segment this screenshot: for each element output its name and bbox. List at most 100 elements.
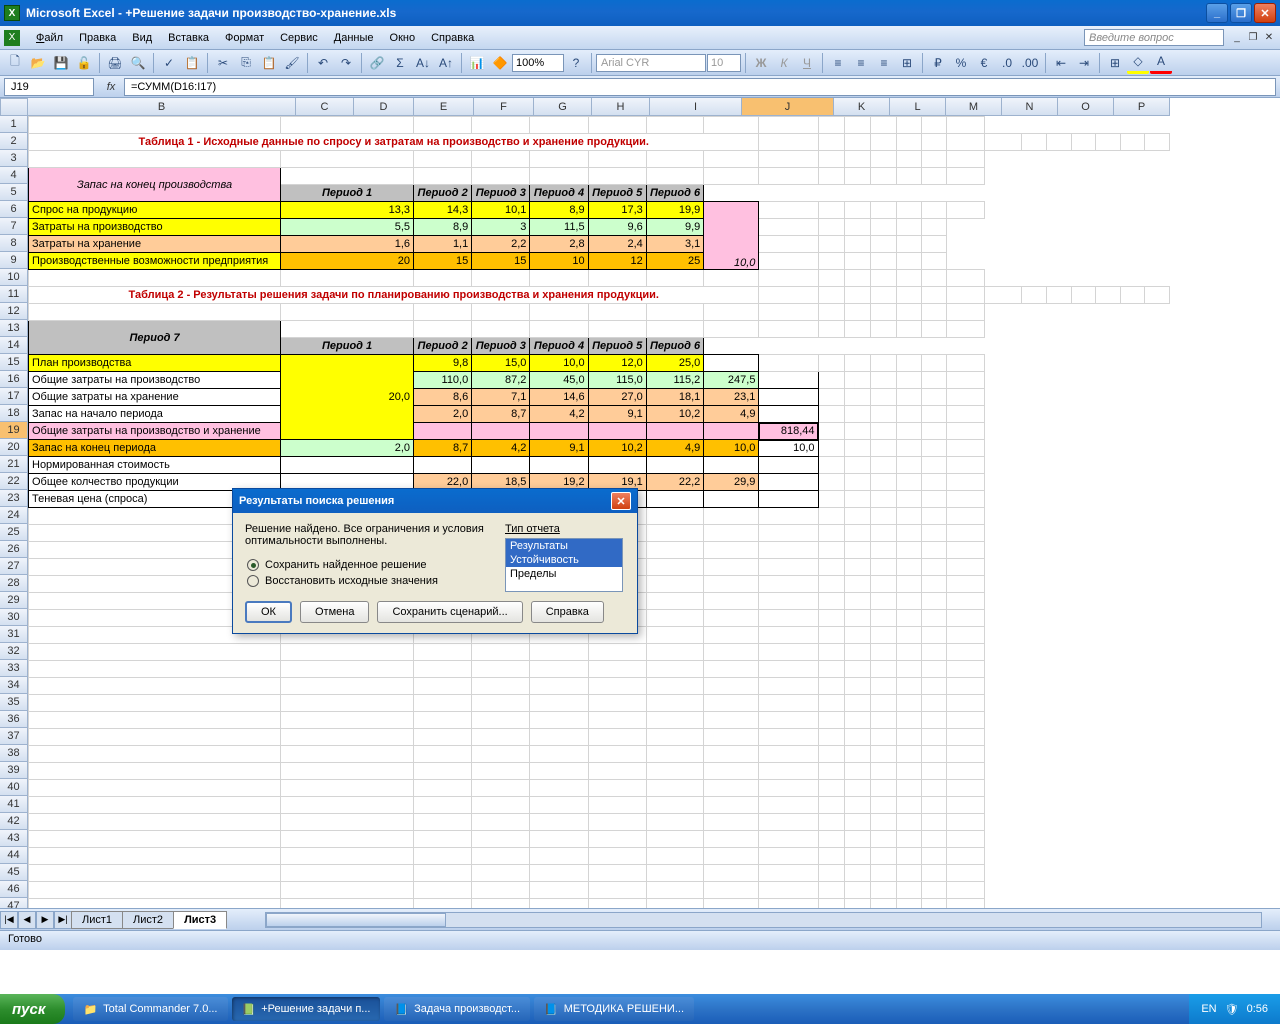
save-icon[interactable]: 💾 <box>50 52 72 74</box>
menu-file[interactable]: Файл <box>28 29 71 47</box>
row-headers[interactable]: 1234567891011121314151617181920212223242… <box>0 116 28 908</box>
dialog-close-button[interactable]: ✕ <box>611 492 631 510</box>
tab-nav-next[interactable]: ▶ <box>36 911 54 929</box>
select-all-corner[interactable] <box>0 98 28 116</box>
menu-insert[interactable]: Вставка <box>160 29 217 47</box>
save-scenario-button[interactable]: Сохранить сценарий... <box>377 601 522 623</box>
paste-icon[interactable]: 📋 <box>258 52 280 74</box>
percent-icon[interactable]: % <box>950 52 972 74</box>
sheet-tab-3[interactable]: Лист3 <box>173 911 227 929</box>
print-icon[interactable]: 🖨 <box>104 52 126 74</box>
borders-icon[interactable]: ⊞ <box>1104 52 1126 74</box>
doc-restore-button[interactable]: ❐ <box>1246 31 1260 45</box>
list-item[interactable]: Результаты <box>506 539 622 553</box>
taskbar-item[interactable]: 📁Total Commander 7.0... <box>73 997 227 1021</box>
zoom-select[interactable]: 100% <box>512 54 564 72</box>
sheet-tab-1[interactable]: Лист1 <box>71 911 123 929</box>
taskbar-item[interactable]: 📘МЕТОДИКА РЕШЕНИ... <box>534 997 694 1021</box>
dialog-message: Решение найдено. Все ограничения и услов… <box>245 523 505 547</box>
tab-nav-first[interactable]: |◀ <box>0 911 18 929</box>
indent-dec-icon[interactable]: ⇤ <box>1050 52 1072 74</box>
sort-asc-icon[interactable]: A↓ <box>412 52 434 74</box>
language-indicator[interactable]: EN <box>1201 1003 1216 1015</box>
undo-icon[interactable]: ↶ <box>312 52 334 74</box>
spell-icon[interactable]: ✓ <box>158 52 180 74</box>
formula-input[interactable]: =СУММ(D16:I17) <box>124 78 1276 96</box>
solver-results-dialog: Результаты поиска решения ✕ Решение найд… <box>232 488 638 634</box>
font-select[interactable]: Arial CYR <box>596 54 706 72</box>
redo-icon[interactable]: ↷ <box>335 52 357 74</box>
report-listbox[interactable]: Результаты Устойчивость Пределы <box>505 538 623 592</box>
font-color-icon[interactable]: A <box>1150 52 1172 74</box>
drawing-icon[interactable]: 🔶 <box>489 52 511 74</box>
merge-icon[interactable]: ⊞ <box>896 52 918 74</box>
new-icon[interactable]: 🗋 <box>4 52 26 74</box>
window-title: Microsoft Excel - +Решение задачи произв… <box>26 6 396 20</box>
dialog-title-bar[interactable]: Результаты поиска решения ✕ <box>233 489 637 513</box>
font-size-select[interactable]: 10 <box>707 54 741 72</box>
question-box[interactable] <box>1084 29 1224 46</box>
menu-help[interactable]: Справка <box>423 29 482 47</box>
close-button[interactable]: ✕ <box>1254 3 1276 23</box>
doc-minimize-button[interactable]: _ <box>1230 31 1244 45</box>
research-icon[interactable]: 📋 <box>181 52 203 74</box>
menu-window[interactable]: Окно <box>382 29 424 47</box>
dec-inc-icon[interactable]: .0 <box>996 52 1018 74</box>
list-item[interactable]: Устойчивость <box>506 553 622 567</box>
copy-icon[interactable]: ⎘ <box>235 52 257 74</box>
menu-edit[interactable]: Правка <box>71 29 124 47</box>
open-icon[interactable]: 📂 <box>27 52 49 74</box>
tab-nav-last[interactable]: ▶| <box>54 911 72 929</box>
sheet-tab-2[interactable]: Лист2 <box>122 911 174 929</box>
chart-icon[interactable]: 📊 <box>466 52 488 74</box>
indent-inc-icon[interactable]: ⇥ <box>1073 52 1095 74</box>
cut-icon[interactable]: ✂ <box>212 52 234 74</box>
start-button[interactable]: пуск <box>0 994 65 1024</box>
align-left-icon[interactable]: ≡ <box>827 52 849 74</box>
maximize-button[interactable]: ❐ <box>1230 3 1252 23</box>
hyperlink-icon[interactable]: 🔗 <box>366 52 388 74</box>
autosum-icon[interactable]: Σ <box>389 52 411 74</box>
menu-data[interactable]: Данные <box>326 29 382 47</box>
preview-icon[interactable]: 🔍 <box>127 52 149 74</box>
tray-icon[interactable]: 🛡 <box>1225 1003 1239 1016</box>
spreadsheet-grid[interactable]: BCDEFGHIJKLMNOP 123456789101112131415161… <box>0 98 1280 908</box>
tab-nav-prev[interactable]: ◀ <box>18 911 36 929</box>
permission-icon[interactable]: 🔓 <box>73 52 95 74</box>
fill-color-icon[interactable]: ◇ <box>1127 52 1149 74</box>
title-bar: X Microsoft Excel - +Решение задачи прои… <box>0 0 1280 26</box>
minimize-button[interactable]: _ <box>1206 3 1228 23</box>
italic-icon[interactable]: К <box>773 52 795 74</box>
format-painter-icon[interactable]: 🖌 <box>281 52 303 74</box>
status-bar: Готово <box>0 930 1280 950</box>
menu-view[interactable]: Вид <box>124 29 160 47</box>
h-scroll-thumb[interactable] <box>266 913 446 927</box>
doc-close-button[interactable]: ✕ <box>1262 31 1276 45</box>
fx-icon[interactable]: fx <box>102 81 120 93</box>
sort-desc-icon[interactable]: A↑ <box>435 52 457 74</box>
name-box[interactable]: J19 <box>4 78 94 96</box>
align-right-icon[interactable]: ≡ <box>873 52 895 74</box>
underline-icon[interactable]: Ч <box>796 52 818 74</box>
system-tray[interactable]: EN 🛡 0:56 <box>1189 994 1280 1024</box>
doc-icon: X <box>4 30 20 46</box>
taskbar-item[interactable]: 📗+Решение задачи п... <box>232 997 381 1021</box>
dec-dec-icon[interactable]: .00 <box>1019 52 1041 74</box>
cancel-button[interactable]: Отмена <box>300 601 369 623</box>
radio-icon <box>247 575 259 587</box>
bold-icon[interactable]: Ж <box>750 52 772 74</box>
euro-icon[interactable]: € <box>973 52 995 74</box>
align-center-icon[interactable]: ≡ <box>850 52 872 74</box>
taskbar-item[interactable]: 📘Задача производст... <box>384 997 530 1021</box>
ok-button[interactable]: ОК <box>245 601 292 623</box>
menu-bar: X Файл Правка Вид Вставка Формат Сервис … <box>0 26 1280 50</box>
standard-toolbar: 🗋 📂 💾 🔓 🖨 🔍 ✓ 📋 ✂ ⎘ 📋 🖌 ↶ ↷ 🔗 Σ A↓ A↑ 📊 … <box>0 50 1280 76</box>
help-icon[interactable]: ? <box>565 52 587 74</box>
menu-tools[interactable]: Сервис <box>272 29 326 47</box>
currency-icon[interactable]: ₽ <box>927 52 949 74</box>
list-item[interactable]: Пределы <box>506 567 622 581</box>
help-button[interactable]: Справка <box>531 601 604 623</box>
menu-format[interactable]: Формат <box>217 29 272 47</box>
h-scrollbar[interactable] <box>265 912 1262 928</box>
column-headers[interactable]: BCDEFGHIJKLMNOP <box>28 98 1170 116</box>
